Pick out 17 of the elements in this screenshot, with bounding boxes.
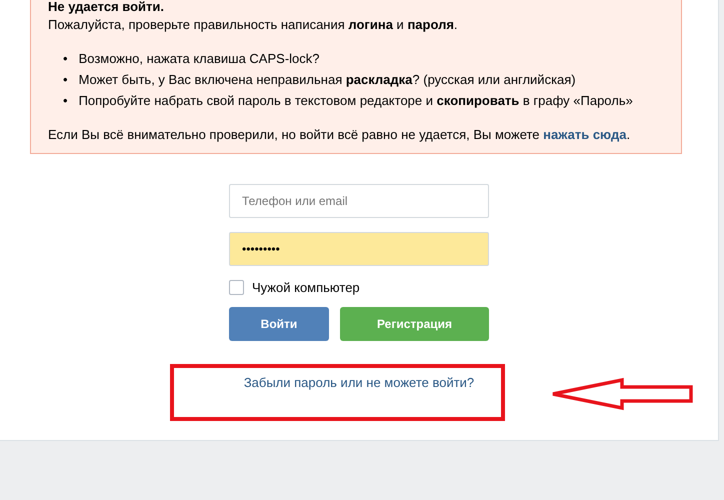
bullet-icon: •	[63, 69, 68, 90]
alert-title: Не удается войти.	[48, 0, 166, 14]
click-here-link[interactable]: нажать сюда	[543, 127, 626, 142]
login-field[interactable]: Телефон или email	[229, 184, 489, 218]
checkbox-label: Чужой компьютер	[252, 280, 360, 295]
alert-message: Пожалуйста, проверьте правильность написания логина и пароля.	[48, 16, 459, 34]
tip-item: Может быть, у Вас включена неправильная раскладка? (русская или английская)	[78, 71, 576, 89]
checkbox[interactable]	[229, 280, 244, 295]
login-button[interactable]: Войти	[229, 307, 329, 341]
alert-footer-text: Если Вы всё внимательно проверили, но войти всё равно не удается, Вы можете нажать сюда.	[48, 126, 632, 144]
tip-item: Попробуйте набрать свой пароль в текстовом редакторе и скопировать в графу «Пароль»	[78, 92, 633, 110]
tip-item: Возможно, нажата клавиша CAPS-lock?	[78, 50, 320, 68]
forgot-password-link[interactable]: Забыли пароль или не можете войти?	[244, 375, 474, 390]
password-field[interactable]: •••••••••	[229, 232, 489, 266]
bullet-icon: •	[63, 48, 68, 69]
bullet-icon: •	[63, 90, 68, 111]
arrow-icon	[551, 378, 693, 410]
